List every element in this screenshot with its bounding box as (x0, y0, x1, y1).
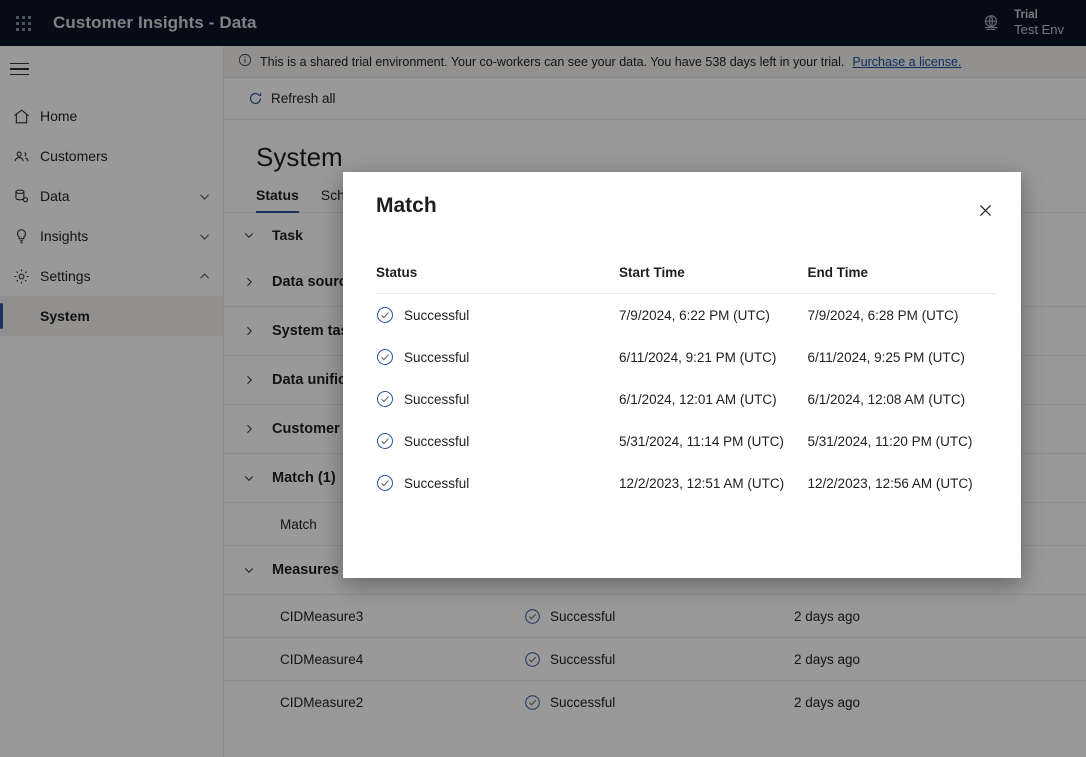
check-circle-icon (376, 432, 394, 450)
status-badge: Successful (376, 390, 619, 408)
status-badge: Successful (376, 306, 619, 324)
check-circle-icon (376, 306, 394, 324)
status-badge: Successful (376, 348, 619, 366)
start-time: 6/1/2024, 12:01 AM (UTC) (619, 391, 777, 407)
run-history-table: Status Start Time End Time Successful 7/… (343, 265, 1021, 504)
end-time: 12/2/2023, 12:56 AM (UTC) (807, 475, 973, 491)
status-text: Successful (404, 349, 470, 365)
check-circle-icon (376, 474, 394, 492)
start-time: 12/2/2023, 12:51 AM (UTC) (619, 475, 785, 491)
end-time: 7/9/2024, 6:28 PM (UTC) (807, 307, 959, 323)
status-badge: Successful (376, 432, 619, 450)
dialog-header: Match (343, 172, 1021, 226)
app-root: Customer Insights - Data Trial Test Env (0, 0, 1086, 757)
status-text: Successful (404, 307, 470, 323)
table-row[interactable]: Successful 7/9/2024, 6:22 PM (UTC) 7/9/2… (376, 294, 996, 336)
column-header-status: Status (376, 265, 418, 280)
check-circle-icon (376, 348, 394, 366)
status-text: Successful (404, 475, 470, 491)
status-badge: Successful (376, 474, 619, 492)
end-time: 6/1/2024, 12:08 AM (UTC) (807, 391, 966, 407)
status-text: Successful (404, 433, 470, 449)
close-icon[interactable] (969, 194, 1001, 226)
column-header-end-time: End Time (807, 265, 869, 280)
table-row[interactable]: Successful 5/31/2024, 11:14 PM (UTC) 5/3… (376, 420, 996, 462)
check-circle-icon (376, 390, 394, 408)
start-time: 7/9/2024, 6:22 PM (UTC) (619, 307, 770, 323)
match-run-history-dialog: Match Status Start Time End Time Success… (343, 172, 1021, 578)
table-row[interactable]: Successful 6/1/2024, 12:01 AM (UTC) 6/1/… (376, 378, 996, 420)
end-time: 6/11/2024, 9:25 PM (UTC) (807, 349, 965, 365)
dialog-title: Match (376, 194, 437, 217)
start-time: 6/11/2024, 9:21 PM (UTC) (619, 349, 777, 365)
table-row[interactable]: Successful 6/11/2024, 9:21 PM (UTC) 6/11… (376, 336, 996, 378)
status-text: Successful (404, 391, 470, 407)
end-time: 5/31/2024, 11:20 PM (UTC) (807, 433, 973, 449)
column-header-start-time: Start Time (619, 265, 685, 280)
table-row[interactable]: Successful 12/2/2023, 12:51 AM (UTC) 12/… (376, 462, 996, 504)
start-time: 5/31/2024, 11:14 PM (UTC) (619, 433, 784, 449)
table-header-row: Status Start Time End Time (376, 265, 996, 294)
